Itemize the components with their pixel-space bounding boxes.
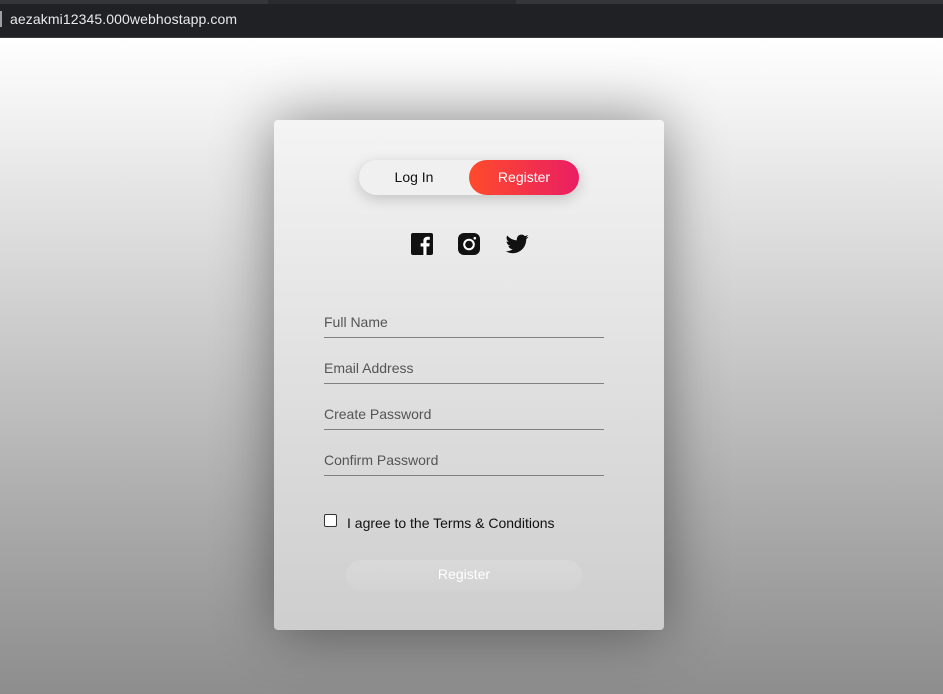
create-password-field[interactable] — [324, 400, 604, 430]
browser-tab-strip — [0, 0, 943, 4]
terms-checkbox[interactable] — [324, 514, 337, 527]
create-password-input[interactable] — [324, 400, 604, 428]
twitter-icon[interactable] — [505, 232, 529, 256]
register-submit-button[interactable]: Register — [346, 560, 582, 591]
browser-tab[interactable] — [268, 0, 516, 4]
url-bar-divider — [0, 11, 2, 27]
browser-address-bar: aezakmi12345.000webhostapp.com — [0, 0, 943, 38]
page-background: Log In Register Full Name Email Address … — [0, 38, 943, 694]
register-card: Log In Register Full Name Email Address … — [274, 120, 664, 630]
tab-register[interactable]: Register — [469, 160, 579, 195]
tab-log-in[interactable]: Log In — [359, 160, 469, 195]
instagram-icon[interactable] — [457, 232, 481, 256]
confirm-password-field[interactable] — [324, 446, 604, 476]
email-address-field[interactable] — [324, 354, 604, 384]
social-icons — [410, 232, 530, 258]
facebook-icon[interactable] — [410, 232, 434, 256]
full-name-field[interactable] — [324, 308, 604, 338]
terms-label[interactable]: I agree to the Terms & Conditions — [347, 515, 555, 531]
full-name-input[interactable] — [324, 308, 604, 336]
url-text[interactable]: aezakmi12345.000webhostapp.com — [10, 11, 237, 27]
email-address-input[interactable] — [324, 354, 604, 382]
confirm-password-input[interactable] — [324, 446, 604, 474]
login-register-toggle: Log In Register — [359, 160, 579, 195]
